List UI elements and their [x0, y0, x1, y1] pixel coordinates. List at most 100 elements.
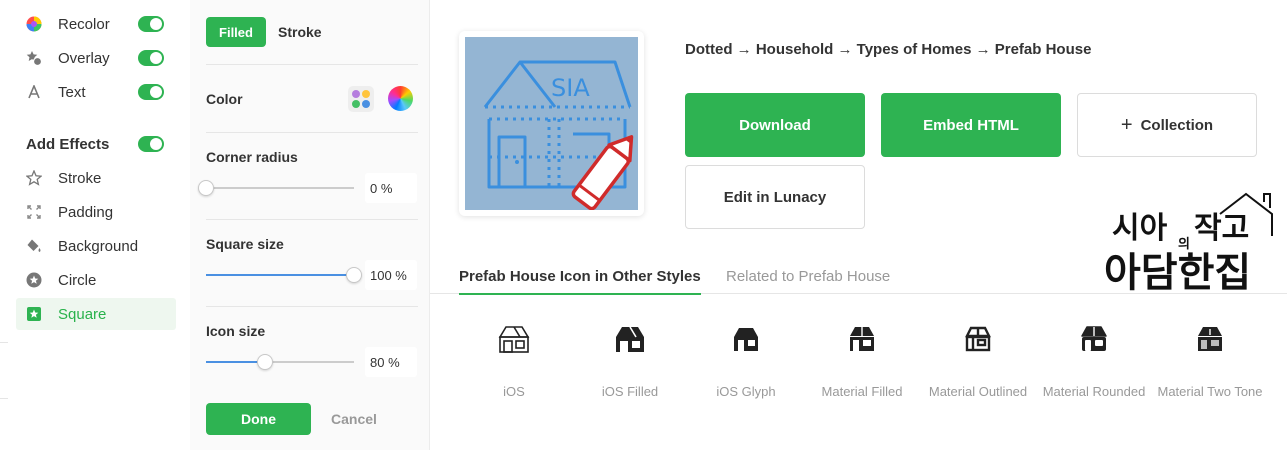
house-material-filled-icon — [807, 322, 917, 356]
sidebar-item-label: Overlay — [58, 49, 110, 67]
style-item-material-filled[interactable]: Material Filled — [807, 322, 917, 399]
style-name: Material Filled — [821, 384, 903, 399]
overlay-toggle[interactable] — [138, 50, 164, 66]
color-presets-button[interactable] — [348, 86, 374, 112]
divider — [206, 132, 418, 133]
color-dot — [352, 100, 360, 108]
cancel-button[interactable]: Cancel — [331, 403, 377, 435]
text-toggle[interactable] — [138, 84, 164, 100]
effects-sidebar: Recolor Overlay Text Add Effects Stroke … — [0, 0, 190, 450]
star-circle-icon — [24, 270, 44, 290]
slider-handle[interactable] — [346, 267, 362, 283]
add-effects-header: Add Effects — [16, 128, 176, 160]
sidebar-item-label: Circle — [58, 271, 97, 289]
style-name: Material Rounded — [1042, 384, 1146, 399]
style-item-ios[interactable]: iOS — [459, 322, 569, 399]
add-effects-toggle[interactable] — [138, 136, 164, 152]
style-item-material-rounded[interactable]: Material Rounded — [1039, 322, 1149, 399]
house-material-rounded-icon — [1039, 322, 1149, 356]
slider-track — [206, 187, 354, 189]
house-material-outlined-icon — [923, 322, 1033, 356]
color-label: Color — [206, 91, 243, 107]
house-glyph-icon — [691, 322, 801, 356]
done-button[interactable]: Done — [206, 403, 311, 435]
add-effects-heading: Add Effects — [26, 135, 110, 153]
edit-in-lunacy-button[interactable]: Edit in Lunacy — [685, 165, 865, 229]
square-size-label: Square size — [206, 236, 284, 252]
color-wheel-button[interactable] — [388, 86, 413, 111]
sidebar-item-label: Padding — [58, 203, 114, 221]
watermark-text-line2: 아담한집 — [1104, 250, 1251, 296]
divider — [206, 64, 418, 65]
sidebar-item-label: Square — [58, 305, 107, 323]
icon-preview: SIA — [459, 31, 644, 216]
palette-icon — [24, 14, 44, 34]
square-settings-panel: Filled Stroke Color Corner radius 0 % Sq… — [190, 0, 430, 450]
paint-bucket-icon — [24, 236, 44, 256]
slider-handle[interactable] — [198, 180, 214, 196]
divider — [0, 342, 8, 343]
color-dot — [362, 90, 370, 98]
divider — [206, 306, 418, 307]
overlay-shapes-icon — [24, 48, 44, 68]
tab-stroke[interactable]: Stroke — [278, 17, 322, 47]
watermark-text-line1b: 작고 — [1194, 211, 1249, 246]
download-button[interactable]: Download — [685, 93, 865, 157]
expand-arrows-icon — [24, 202, 44, 222]
slider-fill — [206, 274, 354, 276]
sidebar-item-square[interactable]: Square — [16, 298, 176, 330]
sidebar-item-recolor[interactable]: Recolor — [16, 8, 176, 40]
sidebar-item-label: Stroke — [58, 169, 102, 187]
color-dot — [352, 90, 360, 98]
recolor-toggle[interactable] — [138, 16, 164, 32]
icon-size-label: Icon size — [206, 323, 266, 339]
sidebar-item-stroke[interactable]: Stroke — [16, 162, 176, 194]
sidebar-item-background[interactable]: Background — [16, 230, 176, 262]
breadcrumb[interactable]: Dotted → Household → Types of Homes → Pr… — [685, 41, 1091, 58]
color-dot — [362, 100, 370, 108]
house-outline-icon — [459, 322, 569, 356]
style-name: Material Two Tone — [1157, 384, 1263, 399]
tab-filled[interactable]: Filled — [206, 17, 266, 47]
embed-html-button[interactable]: Embed HTML — [881, 93, 1061, 157]
style-name: iOS Filled — [601, 384, 659, 399]
sidebar-item-circle[interactable]: Circle — [16, 264, 176, 296]
style-item-material-two-tone[interactable]: Material Two Tone — [1155, 322, 1265, 399]
plus-icon: + — [1120, 113, 1133, 136]
corner-radius-label: Corner radius — [206, 149, 298, 165]
house-filled-icon — [575, 322, 685, 356]
corner-radius-slider[interactable] — [198, 178, 354, 198]
sidebar-item-label: Background — [58, 237, 139, 255]
watermark-text-line1: 시아 — [1112, 211, 1168, 246]
icon-size-slider[interactable] — [206, 352, 354, 372]
divider — [0, 398, 8, 399]
square-size-value[interactable]: 100 % — [365, 260, 417, 290]
watermark-logo: 시아 의 작고 아담한집 — [1104, 192, 1273, 296]
style-name: iOS Glyph — [716, 384, 776, 399]
add-to-collection-button[interactable]: + Collection — [1077, 93, 1257, 157]
preview-text: SIA — [551, 74, 590, 102]
tab-other-styles[interactable]: Prefab House Icon in Other Styles — [459, 268, 701, 295]
sidebar-item-overlay[interactable]: Overlay — [16, 42, 176, 74]
style-item-material-outlined[interactable]: Material Outlined — [923, 322, 1033, 399]
sidebar-item-padding[interactable]: Padding — [16, 196, 176, 228]
star-outline-icon — [24, 168, 44, 188]
prefab-house-sia-icon: SIA — [483, 60, 634, 211]
corner-radius-value[interactable]: 0 % — [365, 173, 417, 203]
preview-square-background: SIA — [465, 37, 638, 211]
style-item-ios-glyph[interactable]: iOS Glyph — [691, 322, 801, 399]
collection-label: Collection — [1140, 116, 1214, 134]
slider-handle[interactable] — [257, 354, 274, 370]
sidebar-item-label: Recolor — [58, 15, 110, 33]
text-a-icon — [24, 82, 44, 102]
tab-related[interactable]: Related to Prefab House — [726, 268, 890, 293]
sidebar-item-text[interactable]: Text — [16, 76, 176, 108]
divider — [206, 219, 418, 220]
style-name: iOS — [503, 384, 525, 399]
square-size-slider[interactable] — [206, 265, 362, 285]
style-name: Material Outlined — [928, 384, 1028, 399]
star-square-icon — [24, 304, 44, 324]
style-item-ios-filled[interactable]: iOS Filled — [575, 322, 685, 399]
icon-size-value[interactable]: 80 % — [365, 347, 417, 377]
house-material-two-tone-icon — [1155, 322, 1265, 356]
